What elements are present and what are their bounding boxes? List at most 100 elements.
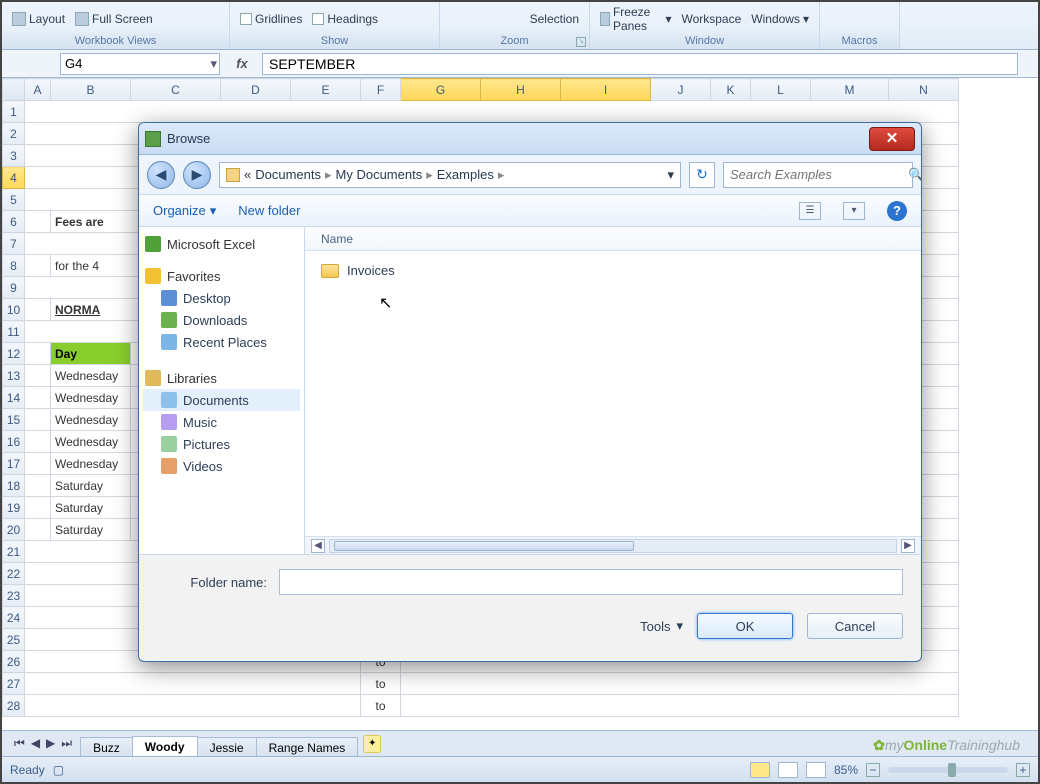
row-header[interactable]: 23 — [3, 585, 25, 607]
view-normal-button[interactable] — [750, 762, 770, 778]
zoom-out-button[interactable]: − — [866, 763, 880, 777]
folder-name-input[interactable] — [279, 569, 903, 595]
dialog-titlebar[interactable]: Browse ✕ — [139, 123, 921, 155]
row-header[interactable]: 3 — [3, 145, 25, 167]
zoom-selection-button[interactable]: Selection — [530, 12, 579, 26]
row-header[interactable]: 5 — [3, 189, 25, 211]
cell[interactable]: Wednesday — [51, 409, 131, 431]
row-header[interactable]: 19 — [3, 497, 25, 519]
cell[interactable]: Wednesday — [51, 453, 131, 475]
row-header[interactable]: 27 — [3, 673, 25, 695]
view-options-button[interactable]: ☰ — [799, 202, 821, 220]
tab-nav-first-icon[interactable]: ⏮ — [12, 736, 27, 751]
col-header-B[interactable]: B — [51, 79, 131, 101]
tree-item-downloads[interactable]: Downloads — [143, 309, 300, 331]
close-button[interactable]: ✕ — [869, 127, 915, 151]
row-header[interactable]: 16 — [3, 431, 25, 453]
row-header[interactable]: 20 — [3, 519, 25, 541]
gridlines-checkbox[interactable]: Gridlines — [240, 12, 302, 26]
column-header-name[interactable]: Name — [305, 227, 921, 251]
zoom-level[interactable]: 85% — [834, 763, 858, 777]
row-header[interactable]: 21 — [3, 541, 25, 563]
row-header[interactable]: 10 — [3, 299, 25, 321]
col-header-L[interactable]: L — [751, 79, 811, 101]
layout-button[interactable]: Layout — [12, 12, 65, 26]
tree-item-pictures[interactable]: Pictures — [143, 433, 300, 455]
tree-item-documents[interactable]: Documents — [143, 389, 300, 411]
row-header[interactable]: 17 — [3, 453, 25, 475]
breadcrumb[interactable]: Examples — [437, 167, 494, 182]
search-icon[interactable]: 🔍 — [908, 167, 922, 183]
address-dropdown-icon[interactable]: ▾ — [667, 167, 674, 183]
row-header[interactable]: 14 — [3, 387, 25, 409]
row-header[interactable]: 28 — [3, 695, 25, 717]
view-options-dropdown-icon[interactable]: ▾ — [843, 202, 865, 220]
row-header[interactable]: 7 — [3, 233, 25, 255]
zoom-slider[interactable] — [888, 767, 1008, 773]
col-header-C[interactable]: C — [131, 79, 221, 101]
row-header[interactable]: 26 — [3, 651, 25, 673]
cell[interactable]: Wednesday — [51, 365, 131, 387]
sheet-tab[interactable]: Buzz — [80, 737, 133, 757]
horizontal-scrollbar[interactable]: ◀ ▶ — [305, 536, 921, 554]
col-header-A[interactable]: A — [25, 79, 51, 101]
cell[interactable]: Saturday — [51, 475, 131, 497]
tree-item-recent[interactable]: Recent Places — [143, 331, 300, 353]
switch-windows-button[interactable]: Windows ▾ — [751, 12, 809, 26]
address-bar[interactable]: « Documents▸ My Documents▸ Examples▸ ▾ — [219, 162, 681, 188]
macro-record-icon[interactable]: ▢ — [53, 763, 64, 777]
col-header-M[interactable]: M — [811, 79, 889, 101]
forward-button[interactable]: ▶ — [183, 161, 211, 189]
cell[interactable]: Day — [51, 343, 131, 365]
cell[interactable]: Saturday — [51, 519, 131, 541]
folder-tree[interactable]: Microsoft Excel Favorites Desktop Downlo… — [139, 227, 305, 554]
zoom-in-button[interactable]: + — [1016, 763, 1030, 777]
col-header-J[interactable]: J — [651, 79, 711, 101]
insert-function-icon[interactable]: fx — [222, 56, 262, 71]
row-header[interactable]: 9 — [3, 277, 25, 299]
sheet-tab[interactable]: Range Names — [256, 737, 359, 757]
col-header-F[interactable]: F — [361, 79, 401, 101]
col-header-D[interactable]: D — [221, 79, 291, 101]
save-workspace-button[interactable]: Workspace — [681, 12, 741, 26]
tab-nav-prev-icon[interactable]: ◀ — [29, 736, 42, 751]
row-header[interactable]: 11 — [3, 321, 25, 343]
col-header-K[interactable]: K — [711, 79, 751, 101]
col-header-I[interactable]: I — [561, 79, 651, 101]
col-header-G[interactable]: G — [401, 79, 481, 101]
scroll-right-icon[interactable]: ▶ — [901, 539, 915, 553]
col-header-H[interactable]: H — [481, 79, 561, 101]
row-header[interactable]: 13 — [3, 365, 25, 387]
col-header-E[interactable]: E — [291, 79, 361, 101]
back-button[interactable]: ◀ — [147, 161, 175, 189]
select-all-corner[interactable] — [3, 79, 25, 101]
sheet-tab[interactable]: Woody — [132, 736, 198, 756]
formula-input[interactable] — [262, 53, 1018, 75]
tab-nav-next-icon[interactable]: ▶ — [44, 736, 57, 751]
fullscreen-button[interactable]: Full Screen — [75, 12, 153, 26]
sheet-tab[interactable]: Jessie — [197, 737, 257, 757]
headings-checkbox[interactable]: Headings — [312, 12, 378, 26]
scrollbar-thumb[interactable] — [334, 541, 634, 551]
tab-nav-last-icon[interactable]: ⏭ — [59, 736, 74, 751]
cell[interactable]: to — [361, 695, 401, 717]
refresh-button[interactable]: ↻ — [689, 162, 715, 188]
breadcrumb[interactable]: My Documents — [336, 167, 423, 182]
search-box[interactable]: 🔍 — [723, 162, 913, 188]
row-header[interactable]: 1 — [3, 101, 25, 123]
scroll-left-icon[interactable]: ◀ — [311, 539, 325, 553]
name-box[interactable]: G4 ▾ — [60, 53, 220, 75]
view-pagebreak-button[interactable] — [806, 762, 826, 778]
row-header[interactable]: 4 — [3, 167, 25, 189]
row-header[interactable]: 2 — [3, 123, 25, 145]
row-header[interactable]: 6 — [3, 211, 25, 233]
zoom-launcher-icon[interactable]: ↘ — [576, 37, 586, 47]
help-button[interactable]: ? — [887, 201, 907, 221]
tools-menu[interactable]: Tools ▾ — [640, 618, 683, 634]
freeze-panes-button[interactable]: Freeze Panes ▾ — [600, 5, 671, 33]
row-header[interactable]: 15 — [3, 409, 25, 431]
row-header[interactable]: 22 — [3, 563, 25, 585]
breadcrumb[interactable]: Documents — [255, 167, 321, 182]
tree-item-videos[interactable]: Videos — [143, 455, 300, 477]
row-header[interactable]: 24 — [3, 607, 25, 629]
